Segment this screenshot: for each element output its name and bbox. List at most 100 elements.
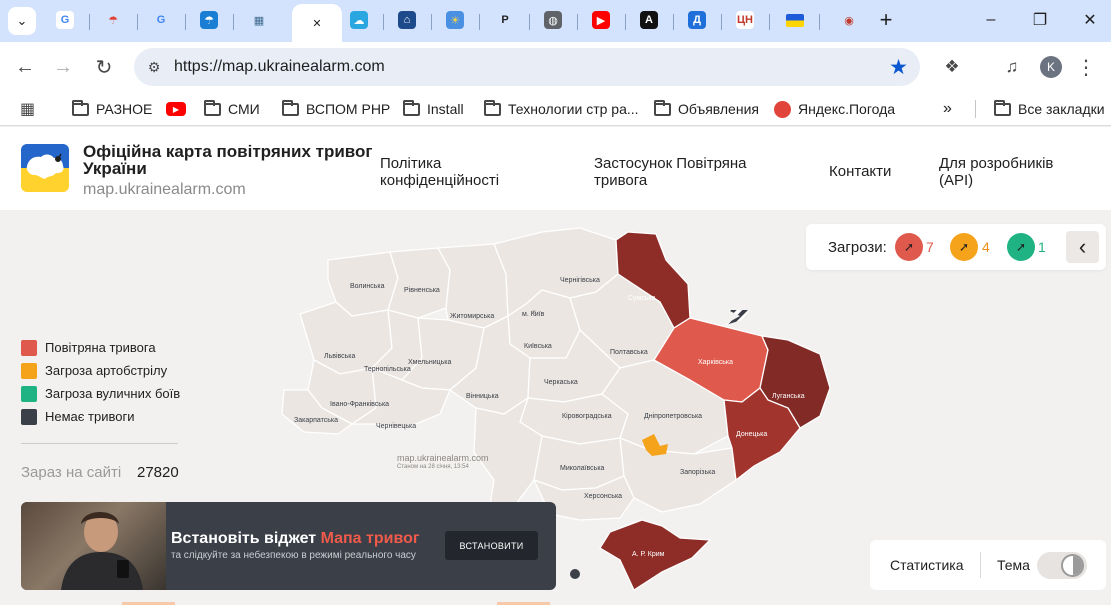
map-region-label: Чернігівська xyxy=(560,276,600,284)
legend-divider xyxy=(21,443,178,444)
browser-tab[interactable]: ☁ xyxy=(336,4,382,36)
browser-tab[interactable]: ▦ xyxy=(236,4,282,36)
apps-icon[interactable]: ▦ xyxy=(20,99,35,119)
bookmarks-bar: ▦ РАЗНОЕ ▶ СМИ ВСПОМ РНР Install Техноло… xyxy=(0,92,1111,126)
tab-search-button[interactable]: ⌄ xyxy=(8,7,36,35)
map-region-label: Херсонська xyxy=(584,493,622,500)
bookmark-folder-install[interactable]: Install xyxy=(403,99,464,119)
bookmark-label: Технологии стр ра... xyxy=(508,101,639,117)
theme-toggle[interactable] xyxy=(1037,552,1087,579)
bookmark-folder-vspom[interactable]: ВСПОМ РНР xyxy=(282,99,390,119)
close-icon[interactable]: ✕ xyxy=(308,14,326,32)
theme-label: Тема xyxy=(997,557,1030,573)
missile-threat-badge[interactable]: ➚ xyxy=(895,233,923,261)
region-rivne[interactable] xyxy=(387,247,451,319)
map-region-label: Закарпатська xyxy=(294,417,338,424)
banner-title-main: Встановіть віджет xyxy=(171,530,317,547)
minimize-icon: – xyxy=(986,11,996,28)
close-window-button[interactable]: ✕ xyxy=(1070,8,1110,32)
browser-tab[interactable]: G xyxy=(138,4,184,36)
media-control-icon[interactable]: ♫ xyxy=(1000,55,1024,79)
browser-tab[interactable]: ЦН xyxy=(722,4,768,36)
bookmark-youtube[interactable]: ▶ xyxy=(166,99,186,119)
artillery-threat-count: 4 xyxy=(982,239,990,255)
back-button[interactable]: ← xyxy=(12,54,38,80)
site-logo[interactable] xyxy=(21,144,69,192)
legend-swatch xyxy=(21,339,37,356)
widget-promo-banner[interactable]: Встановіть віджет Мапа тривог та слідкуй… xyxy=(21,502,556,590)
bookmark-folder-smi[interactable]: СМИ xyxy=(204,99,260,119)
map-region-label: Житомирська xyxy=(450,313,494,320)
nav-privacy-link[interactable]: Політика конфіденційності xyxy=(380,155,530,189)
folder-icon xyxy=(403,99,420,116)
extensions-icon[interactable]: ❖ xyxy=(940,55,964,79)
maximize-button[interactable]: ❐ xyxy=(1020,8,1060,32)
artillery-threat-badge[interactable]: ➚ xyxy=(950,233,978,261)
map-watermark-date: Станом на 28 січня, 13:54 xyxy=(397,464,469,470)
browser-tab[interactable]: P xyxy=(482,4,528,36)
all-bookmarks-folder[interactable]: Все закладки xyxy=(994,99,1105,119)
banner-subtitle: та слідкуйте за небезпекою в режимі реал… xyxy=(171,550,416,561)
main-content: Волинська Рівненська Житомирська м. Київ Чер… xyxy=(0,210,1111,605)
browser-toolbar: ← → ↻ ⚙ https://map.ukrainealarm.com ★ ❖… xyxy=(0,42,1111,92)
bookmark-yandex-weather[interactable]: Яндекс.Погода xyxy=(774,99,895,119)
browser-tab[interactable]: A xyxy=(626,4,672,36)
tab-separator xyxy=(819,14,820,30)
browser-tab[interactable]: ☀ xyxy=(432,4,478,36)
browser-tab[interactable]: ◍ xyxy=(530,4,576,36)
record-icon: ◉ xyxy=(840,11,858,29)
news-icon: A xyxy=(640,11,658,29)
more-menu-icon[interactable]: ⋮ xyxy=(1074,55,1098,79)
site-settings-icon[interactable]: ⚙ xyxy=(144,57,164,77)
statistics-link[interactable]: Статистика xyxy=(890,557,964,573)
map-region-label: Хмельницька xyxy=(408,359,452,366)
browser-tab[interactable]: Д xyxy=(674,4,720,36)
tab-separator xyxy=(479,14,480,30)
browser-tab[interactable]: ☂ xyxy=(186,4,232,36)
forward-button[interactable]: → xyxy=(50,54,76,80)
folder-icon xyxy=(72,99,89,116)
legend-swatch xyxy=(21,408,37,425)
calendar-icon: ▦ xyxy=(250,11,268,29)
bookmark-folder-ads[interactable]: Объявления xyxy=(654,99,759,119)
bookmark-star-icon[interactable]: ★ xyxy=(889,55,908,80)
collapse-panel-button[interactable]: ‹ xyxy=(1066,231,1099,263)
map-legend: Повітряна тривога Загроза артобстрілу Загр… xyxy=(21,336,180,428)
minimize-button[interactable]: – xyxy=(971,8,1011,32)
dzerkalo-icon: Д xyxy=(688,11,706,29)
browser-tab[interactable] xyxy=(772,4,818,36)
legend-item: Повітряна тривога xyxy=(21,336,180,359)
map-region-label: Львівська xyxy=(324,352,356,360)
url-text[interactable]: https://map.ukrainealarm.com xyxy=(174,58,385,76)
map-region-label: Донецька xyxy=(736,431,767,438)
folder-icon xyxy=(484,99,501,116)
nav-developers-link[interactable]: Для розробників (API) xyxy=(939,155,1089,189)
map-region-label: Запорізька xyxy=(680,468,715,476)
reload-button[interactable]: ↻ xyxy=(91,54,117,80)
browser-tab[interactable]: ⌂ xyxy=(384,4,430,36)
legend-label: Загроза артобстрілу xyxy=(45,363,168,378)
browser-tab[interactable]: ▶ xyxy=(578,4,624,36)
bookmark-label: ВСПОМ РНР xyxy=(306,101,391,117)
bookmark-label: Install xyxy=(427,101,464,117)
map-region-label: Київська xyxy=(524,343,552,350)
profile-avatar[interactable]: K xyxy=(1040,56,1062,78)
more-bookmarks-button[interactable]: » xyxy=(943,99,952,119)
bookmark-folder-tech[interactable]: Технологии стр ра... xyxy=(484,99,639,119)
bookmark-folder-raznoe[interactable]: РАЗНОЕ xyxy=(72,99,152,119)
rifle-icon: ➚ xyxy=(1015,240,1027,254)
map-region-label: Миколаївська xyxy=(560,465,605,472)
map-region-label: м. Київ xyxy=(522,311,545,318)
nav-app-link[interactable]: Застосунок Повітряна тривога xyxy=(594,155,774,189)
browser-tab[interactable]: G xyxy=(42,4,88,36)
browser-tab[interactable]: ☂ xyxy=(90,4,136,36)
artillery-icon: ➚ xyxy=(958,240,970,254)
address-bar[interactable]: ⚙ https://map.ukrainealarm.com ★ xyxy=(134,48,920,86)
rifle-threat-badge[interactable]: ➚ xyxy=(1007,233,1035,261)
bookmark-label: Яндекс.Погода xyxy=(798,101,896,117)
nav-contacts-link[interactable]: Контакти xyxy=(829,163,891,180)
legend-swatch xyxy=(21,385,37,402)
tab-active[interactable]: ✕ xyxy=(292,4,342,42)
install-widget-button[interactable]: ВСТАНОВИТИ xyxy=(445,531,538,560)
new-tab-button[interactable]: + xyxy=(866,4,906,36)
